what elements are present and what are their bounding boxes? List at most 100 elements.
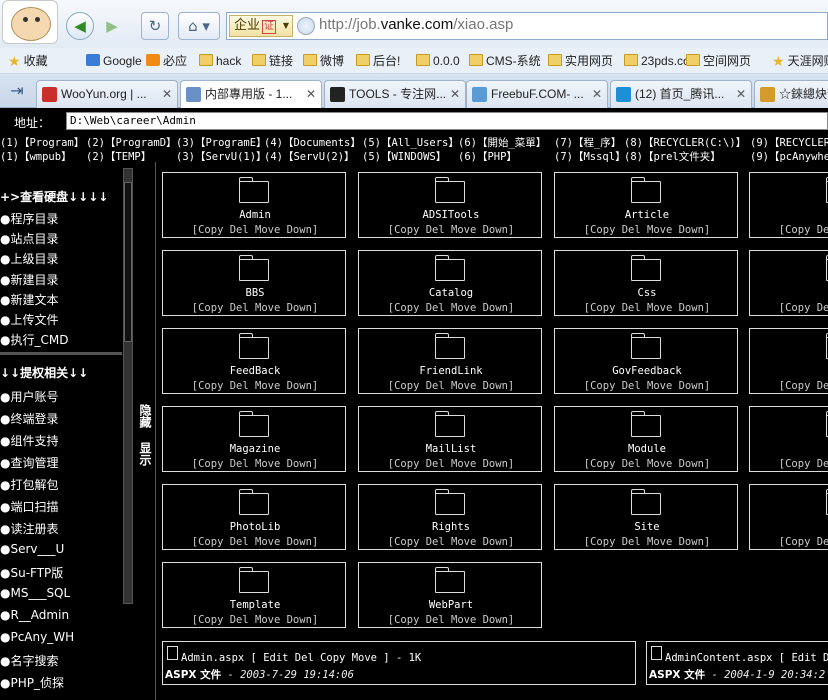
tab-close-icon[interactable]: ✕ (592, 81, 602, 107)
sidebar-link[interactable]: ●新建目录 (0, 271, 58, 288)
sidebar-link[interactable]: ●打包解包 (0, 476, 58, 493)
file-actions[interactable]: [ Edit Del Copy Move ] (251, 652, 390, 664)
folder-name[interactable]: Rights (359, 521, 543, 533)
shortcut-link[interactable]: (6)【開始_菜單】 (458, 135, 546, 150)
shortcut-link[interactable]: (8)【RECYCLER(C:\)】 (624, 135, 746, 150)
tab-close-icon[interactable]: ✕ (162, 81, 172, 107)
folder-tile[interactable]: Site [Copy Del Move Down] (554, 484, 738, 550)
folder-tile[interactable]: Rights [Copy Del Move Down] (358, 484, 542, 550)
folder-tile[interactable]: Module [Copy Del Move Down] (554, 406, 738, 472)
folder-name[interactable]: ADSITools (359, 209, 543, 221)
folder-actions[interactable]: [Copy Del Move Down] (555, 224, 739, 236)
sidebar-link[interactable]: ●PcAny_WH (0, 630, 74, 644)
sidebar-heading-disks[interactable]: +>查看硬盘↓↓↓↓ (0, 188, 108, 205)
folder-name[interactable]: Article (555, 209, 739, 221)
folder-actions[interactable]: [Copy Del Move Down] (750, 224, 828, 236)
user-avatar[interactable] (2, 0, 58, 44)
bookmark-item[interactable]: 0.0.0 (416, 52, 460, 70)
folder-tile[interactable]: WebPart [Copy Del Move Down] (358, 562, 542, 628)
refresh-button[interactable]: ↻ (141, 12, 169, 40)
back-button[interactable]: ◀ (66, 12, 94, 40)
path-input[interactable]: D:\Web\career\Admin (66, 112, 828, 130)
folder-name[interactable]: Admin (163, 209, 347, 221)
shortcut-link[interactable]: (5)【WINDOWS】 (362, 149, 446, 164)
tab-close-icon[interactable]: ✕ (736, 81, 746, 107)
folder-actions[interactable]: [Copy Del Move Down] (555, 380, 739, 392)
bookmark-item[interactable]: 空间网页 (686, 52, 751, 70)
browser-tab[interactable]: TOOLS - 专注网... ✕ (324, 80, 466, 108)
shortcut-link[interactable]: (4)【Documents】 (264, 135, 361, 150)
scrollbar-thumb[interactable] (124, 182, 132, 342)
shortcut-link[interactable]: (9)【pcAnywhere (750, 149, 828, 164)
folder-actions[interactable]: [Copy Del Move Down] (750, 458, 828, 470)
folder-actions[interactable]: [Copy Del Move Down] (163, 614, 347, 626)
folder-tile[interactable]: FriendLink [Copy Del Move Down] (358, 328, 542, 394)
folder-name[interactable]: Magazine (163, 443, 347, 455)
folder-tile[interactable]: PhotoLib [Copy Del Move Down] (162, 484, 346, 550)
folder-tile[interactable]: [Copy Del Move Down] (749, 484, 828, 550)
folder-name[interactable]: PhotoLib (163, 521, 347, 533)
folder-actions[interactable]: [Copy Del Move Down] (750, 536, 828, 548)
folder-actions[interactable]: [Copy Del Move Down] (163, 380, 347, 392)
sidebar-link[interactable]: ●端口扫描 (0, 498, 58, 515)
tab-close-icon[interactable]: ✕ (450, 81, 460, 107)
shortcut-link[interactable]: (3)【ServU(1)】 (176, 149, 267, 164)
folder-name[interactable]: Css (555, 287, 739, 299)
folder-name[interactable]: Module (555, 443, 739, 455)
bookmark-item[interactable]: ★ 收藏 (8, 52, 48, 70)
sidebar-link[interactable]: ●执行_CMD (0, 331, 68, 348)
folder-tile[interactable]: MailList [Copy Del Move Down] (358, 406, 542, 472)
sidebar-link[interactable]: ●PHP_侦探 (0, 674, 64, 691)
sidebar-link[interactable]: ●程序目录 (0, 210, 58, 227)
sidebar-link[interactable]: ●MS___SQL (0, 586, 70, 600)
folder-name[interactable]: Template (163, 599, 347, 611)
bookmark-item[interactable]: 23pds.co (624, 52, 690, 70)
folder-actions[interactable]: [Copy Del Move Down] (359, 380, 543, 392)
shortcut-link[interactable]: (1)【Program】 (0, 135, 84, 150)
folder-tile[interactable]: Arti [Copy Del Move Down] (749, 172, 828, 238)
folder-tile[interactable]: Catalog [Copy Del Move Down] (358, 250, 542, 316)
shortcut-link[interactable]: (2)【ProgramD】 (86, 135, 177, 150)
bookmark-item[interactable]: 实用网页 (548, 52, 613, 70)
file-entry[interactable]: AdminContent.aspx [ Edit De ASPX 文件 - 20… (646, 641, 828, 685)
file-actions[interactable]: [ Edit De (779, 652, 828, 664)
folder-tile[interactable]: Template [Copy Del Move Down] (162, 562, 346, 628)
sidebar-link[interactable]: ●查询管理 (0, 454, 58, 471)
folder-actions[interactable]: [Copy Del Move Down] (555, 458, 739, 470)
bookmark-item[interactable]: 必应 (146, 52, 187, 70)
sidebar-link[interactable]: ●组件支持 (0, 432, 58, 449)
folder-actions[interactable]: [Copy Del Move Down] (750, 302, 828, 314)
enterprise-cert-badge[interactable]: 企业证 ▼ (229, 15, 293, 37)
file-entry[interactable]: Admin.aspx [ Edit Del Copy Move ] - 1K AS… (162, 641, 636, 685)
folder-name[interactable]: GovFeedback (555, 365, 739, 377)
sidebar-link[interactable]: ●终端登录 (0, 410, 58, 427)
file-name[interactable]: Admin.aspx (181, 652, 244, 664)
sidebar-link[interactable]: ●新建文本 (0, 291, 58, 308)
folder-actions[interactable]: [Copy Del Move Down] (163, 224, 347, 236)
folder-actions[interactable]: [Copy Del Move Down] (359, 614, 543, 626)
folder-tile[interactable]: Article [Copy Del Move Down] (554, 172, 738, 238)
sidebar-scrollbar[interactable] (121, 168, 135, 700)
folder-tile[interactable]: [Copy Del Move Down] (749, 250, 828, 316)
folder-actions[interactable]: [Copy Del Move Down] (555, 302, 739, 314)
tab-close-icon[interactable]: ✕ (306, 81, 316, 107)
shortcut-link[interactable]: (3)【ProgramE】 (176, 135, 267, 150)
folder-name[interactable]: MailList (359, 443, 543, 455)
folder-name[interactable]: FriendLink (359, 365, 543, 377)
browser-tab[interactable]: ☆錸總炔韻... (754, 80, 828, 108)
sidebar-link[interactable]: ●上级目录 (0, 250, 58, 267)
folder-tile[interactable]: Admin [Copy Del Move Down] (162, 172, 346, 238)
folder-actions[interactable]: [Copy Del Move Down] (359, 302, 543, 314)
folder-name[interactable]: Arti (750, 209, 828, 221)
shortcut-link[interactable]: (8)【prel文件夹】 (624, 149, 721, 164)
shortcut-link[interactable]: (5)【All_Users】 (362, 135, 459, 150)
sidebar-link[interactable]: ●Serv___U (0, 542, 64, 556)
shortcut-link[interactable]: (7)【程_序】 (554, 135, 621, 150)
folder-actions[interactable]: [Copy Del Move Down] (359, 458, 543, 470)
sidebar-link[interactable]: ●上传文件 (0, 311, 58, 328)
folder-actions[interactable]: [Copy Del Move Down] (555, 536, 739, 548)
home-button[interactable]: ⌂ ▾ (178, 12, 220, 40)
folder-name[interactable]: Site (555, 521, 739, 533)
folder-tile[interactable]: Css [Copy Del Move Down] (554, 250, 738, 316)
shortcut-link[interactable]: (7)【Mssql】 (554, 149, 626, 164)
